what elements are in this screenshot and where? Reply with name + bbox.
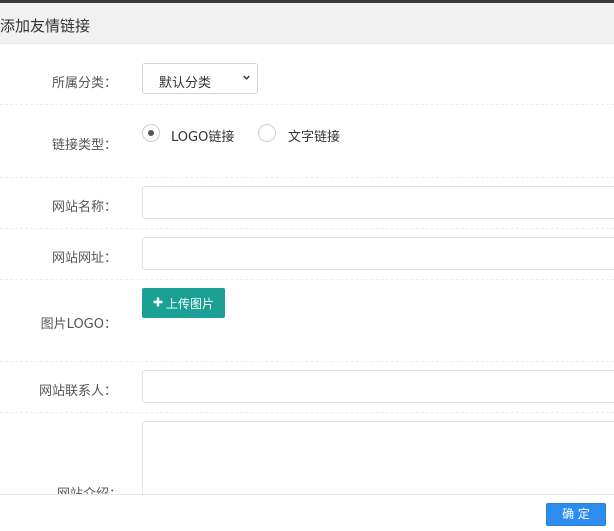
chevron-down-icon [243, 75, 250, 80]
logo-label: 图片LOGO： [40, 317, 117, 332]
row-divider [0, 412, 614, 413]
dialog-title: 添加友情链接 [0, 17, 91, 35]
category-label: 所属分类： [51, 76, 117, 91]
site-intro-label: 网站介绍： [57, 483, 122, 494]
upload-image-button[interactable]: 上传图片 [142, 288, 225, 318]
category-select-value: 默认分类 [159, 76, 212, 91]
row-divider [0, 177, 614, 178]
site-name-label: 网站名称： [51, 200, 117, 215]
upload-image-button-label: 上传图片 [166, 297, 215, 311]
radio-logo-link[interactable] [142, 124, 160, 142]
link-type-label: 链接类型： [51, 138, 117, 153]
radio-selected-dot [148, 130, 154, 136]
row-divider [0, 361, 614, 362]
contact-input[interactable] [142, 370, 614, 403]
contact-label: 网站联系人： [38, 384, 117, 399]
site-url-input[interactable] [142, 237, 614, 270]
row-divider [0, 228, 614, 229]
row-divider [0, 279, 614, 280]
dialog-title-bar: 添加友情链接 [0, 3, 614, 44]
radio-logo-link-label[interactable]: LOGO链接 [171, 126, 234, 145]
row-divider [0, 104, 614, 105]
radio-text-link-label[interactable]: 文字链接 [288, 126, 340, 145]
site-intro-label-clip: 网站介绍： [57, 481, 127, 494]
site-url-label: 网站网址： [51, 251, 117, 266]
category-select[interactable]: 默认分类 [142, 63, 258, 94]
site-name-input[interactable] [142, 186, 614, 219]
confirm-button[interactable]: 确 定 [546, 503, 606, 526]
plus-icon [153, 297, 163, 307]
dialog-footer: 确 定 [0, 494, 614, 531]
radio-text-link[interactable] [258, 124, 276, 142]
